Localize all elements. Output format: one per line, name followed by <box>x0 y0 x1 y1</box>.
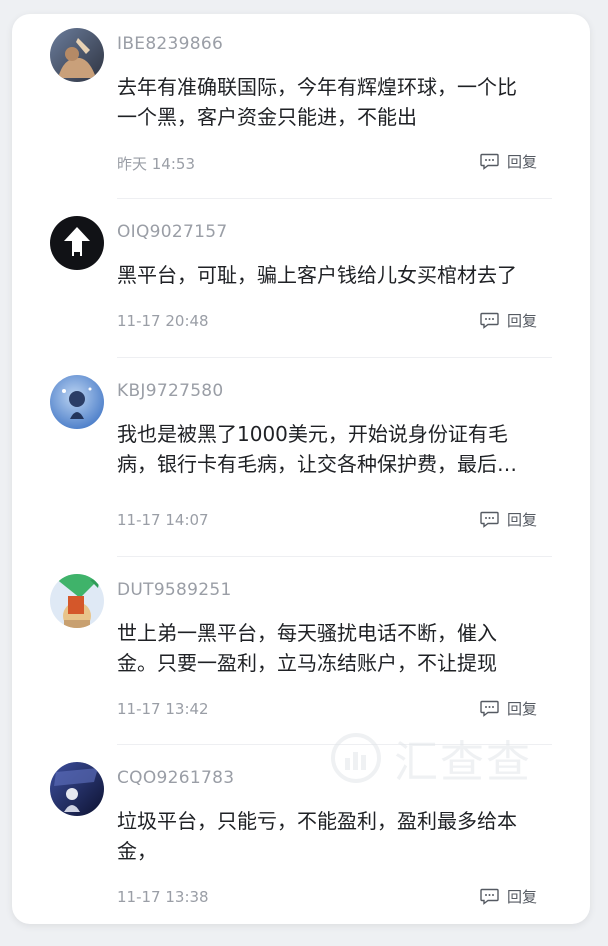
comment-bubble-icon <box>480 700 499 717</box>
comment-bubble-icon <box>480 888 499 905</box>
comment-line: 垃圾平台，只能亏，不能盈利，盈利最多给本 <box>117 809 517 833</box>
divider <box>117 198 552 199</box>
username[interactable]: DUT9589251 <box>117 580 232 600</box>
comment-line: 去年有准确联国际，今年有辉煌环球，一个比 <box>117 75 517 99</box>
avatar[interactable] <box>50 216 104 270</box>
watermark: 汇查查 <box>330 726 532 790</box>
avatar[interactable] <box>50 574 104 628</box>
reply-label: 回复 <box>507 510 538 529</box>
avatar[interactable] <box>50 28 104 82</box>
avatar[interactable] <box>50 375 104 429</box>
reply-label: 回复 <box>507 311 538 330</box>
comment-line: 我也是被黑了1000美元，开始说身份证有毛 <box>117 422 508 446</box>
reply-button[interactable]: 回复 <box>480 150 537 172</box>
timestamp: 11-17 13:38 <box>117 888 209 906</box>
comment-text: 我也是被黑了1000美元，开始说身份证有毛 病，银行卡有毛病，让交各种保护费，最… <box>117 419 557 479</box>
username[interactable]: CQO9261783 <box>117 768 234 788</box>
comment-line: 病，银行卡有毛病，让交各种保护费，最后… <box>117 452 517 476</box>
comment-bubble-icon <box>480 312 499 329</box>
avatar[interactable] <box>50 762 104 816</box>
reply-button[interactable]: 回复 <box>480 309 537 331</box>
comment-text: 世上弟一黑平台，每天骚扰电话不断，催入 金。只要一盈利，立马冻结账户，不让提现 <box>117 618 557 678</box>
reply-label: 回复 <box>507 152 538 171</box>
divider <box>117 357 552 358</box>
avatar-fist-icon <box>50 574 104 628</box>
comment-line: 金， <box>117 839 157 863</box>
username[interactable]: OIQ9027157 <box>117 222 228 242</box>
comment-line: 金。只要一盈利，立马冻结账户，不让提现 <box>117 651 497 675</box>
divider <box>117 744 552 745</box>
comment-line: 世上弟一黑平台，每天骚扰电话不断，催入 <box>117 621 497 645</box>
reply-label: 回复 <box>507 699 538 718</box>
timestamp: 昨天 14:53 <box>117 155 195 173</box>
reply-button[interactable]: 回复 <box>480 885 537 907</box>
avatar-photo-icon <box>50 28 104 82</box>
comment-text: 去年有准确联国际，今年有辉煌环球，一个比 一个黑，客户资金只能进，不能出 <box>117 72 557 132</box>
comment-text: 黑平台，可耻，骗上客户钱给儿女买棺材去了 <box>117 260 557 290</box>
reply-button[interactable]: 回复 <box>480 697 537 719</box>
watermark-text: 汇查查 <box>394 737 532 788</box>
username[interactable]: KBJ9727580 <box>117 381 224 401</box>
timestamp: 11-17 20:48 <box>117 312 209 330</box>
avatar-dark-icon <box>50 762 104 816</box>
avatar-illustration-icon <box>50 375 104 429</box>
arrow-up-avatar-icon <box>50 216 104 270</box>
comment-bubble-icon <box>480 153 499 170</box>
divider <box>117 556 552 557</box>
chart-logo-icon <box>331 733 381 783</box>
reply-button[interactable]: 回复 <box>480 508 537 530</box>
username[interactable]: IBE8239866 <box>117 34 223 54</box>
comment-list: IBE8239866 去年有准确联国际，今年有辉煌环球，一个比 一个黑，客户资金… <box>12 14 590 924</box>
comment-line: 一个黑，客户资金只能进，不能出 <box>117 105 417 129</box>
comment-bubble-icon <box>480 511 499 528</box>
comment-text: 垃圾平台，只能亏，不能盈利，盈利最多给本 金， <box>117 806 557 866</box>
comment-line: 黑平台，可耻，骗上客户钱给儿女买棺材去了 <box>117 263 517 287</box>
timestamp: 11-17 13:42 <box>117 700 209 718</box>
timestamp: 11-17 14:07 <box>117 511 209 529</box>
reply-label: 回复 <box>507 887 538 906</box>
